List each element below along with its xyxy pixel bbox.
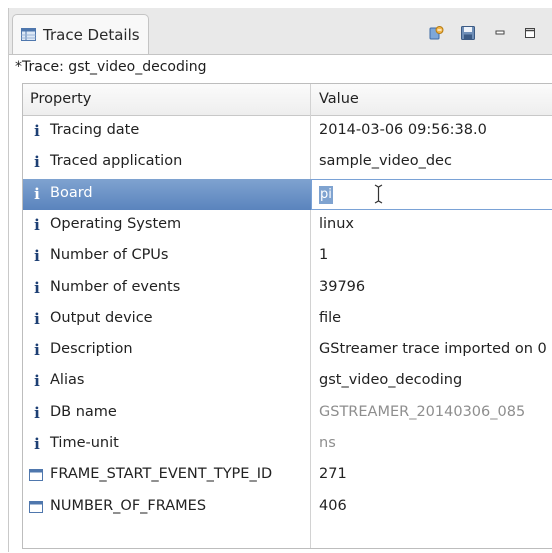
property-name: FRAME_START_EVENT_TYPE_ID (50, 466, 273, 483)
property-name: NUMBER_OF_FRAMES (50, 497, 207, 514)
info-icon: i (34, 435, 40, 453)
property-value[interactable]: linux (319, 216, 354, 232)
table-row[interactable]: i Traced application sample_video_dec (23, 147, 552, 178)
property-value[interactable]: GSTREAMER_20140306_085 (319, 404, 525, 420)
maximize-icon[interactable] (522, 25, 538, 41)
minimize-icon[interactable] (492, 25, 508, 41)
table-row[interactable]: i Operating System linux (23, 210, 552, 241)
table-row[interactable]: i DB name GSTREAMER_20140306_085 (23, 398, 552, 429)
table-header: Property Value (23, 84, 552, 116)
property-name: Output device (50, 309, 153, 326)
save-icon[interactable] (460, 25, 476, 41)
table-icon (29, 469, 43, 482)
table-row[interactable]: i Output device file (23, 304, 552, 335)
property-name: Description (50, 341, 133, 358)
table-icon (29, 500, 43, 513)
view-tab-bar: Trace Details (9, 8, 552, 54)
table-row[interactable]: i Alias gst_video_decoding (23, 366, 552, 397)
table-row[interactable]: FRAME_START_EVENT_TYPE_ID 271 (23, 460, 552, 491)
property-value[interactable]: 39796 (319, 279, 365, 295)
info-icon: i (34, 122, 40, 140)
table-row[interactable]: i Number of events 39796 (23, 273, 552, 304)
table-row[interactable]: i Board pi (23, 178, 552, 210)
property-value[interactable]: ns (319, 435, 336, 451)
table-view-icon (21, 28, 36, 41)
property-value[interactable]: 1 (319, 247, 328, 263)
info-icon: i (34, 247, 40, 266)
tab-trace-details[interactable]: Trace Details (12, 14, 149, 54)
info-icon: i (34, 278, 40, 297)
property-name: Traced application (50, 153, 183, 170)
trace-details-view: Trace Details *Trace: gst_video_decoding… (8, 8, 552, 553)
column-header-property[interactable]: Property (30, 91, 91, 107)
properties-table: Property Value i Tracing date 2014-03-06 0… (22, 83, 552, 549)
property-value[interactable]: 2014-03-06 09:56:38.0 (319, 122, 487, 138)
info-icon: i (34, 309, 40, 328)
property-name: Time-unit (50, 435, 119, 451)
info-icon: i (34, 372, 40, 391)
table-row[interactable]: NUMBER_OF_FRAMES 406 (23, 492, 552, 523)
property-value[interactable]: 271 (319, 466, 347, 482)
info-icon: i (34, 184, 40, 203)
view-body: *Trace: gst_video_decoding Property Valu… (9, 54, 552, 553)
table-row[interactable]: i Number of CPUs 1 (23, 241, 552, 272)
info-icon: i (34, 153, 40, 172)
table-row[interactable]: i Time-unit ns (23, 429, 552, 460)
property-name: Number of CPUs (50, 247, 169, 264)
property-name: Tracing date (50, 122, 140, 138)
info-icon: i (34, 215, 40, 234)
value-edit-field[interactable]: pi (311, 178, 552, 210)
table-row[interactable]: i Description GStreamer trace imported on … (23, 335, 552, 366)
property-name: Operating System (50, 215, 182, 232)
property-name: Board (50, 184, 93, 201)
property-value[interactable]: 406 (319, 498, 347, 514)
refresh-icon[interactable] (428, 25, 444, 41)
property-name: DB name (50, 403, 117, 420)
property-value[interactable]: GStreamer trace imported on 0 (319, 341, 547, 357)
property-value[interactable]: file (319, 310, 341, 326)
property-value[interactable]: gst_video_decoding (319, 372, 462, 388)
trace-title: *Trace: gst_video_decoding (15, 59, 207, 75)
table-row[interactable]: i Tracing date 2014-03-06 09:56:38.0 (23, 116, 552, 147)
column-header-value[interactable]: Value (319, 91, 359, 107)
property-value[interactable]: sample_video_dec (319, 153, 452, 169)
tab-label: Trace Details (43, 26, 140, 44)
property-name: Alias (50, 372, 85, 389)
selected-value-text[interactable]: pi (319, 185, 333, 204)
text-cursor-icon (374, 184, 383, 204)
info-icon: i (34, 403, 40, 422)
property-name: Number of events (50, 278, 181, 295)
info-icon: i (34, 341, 40, 360)
